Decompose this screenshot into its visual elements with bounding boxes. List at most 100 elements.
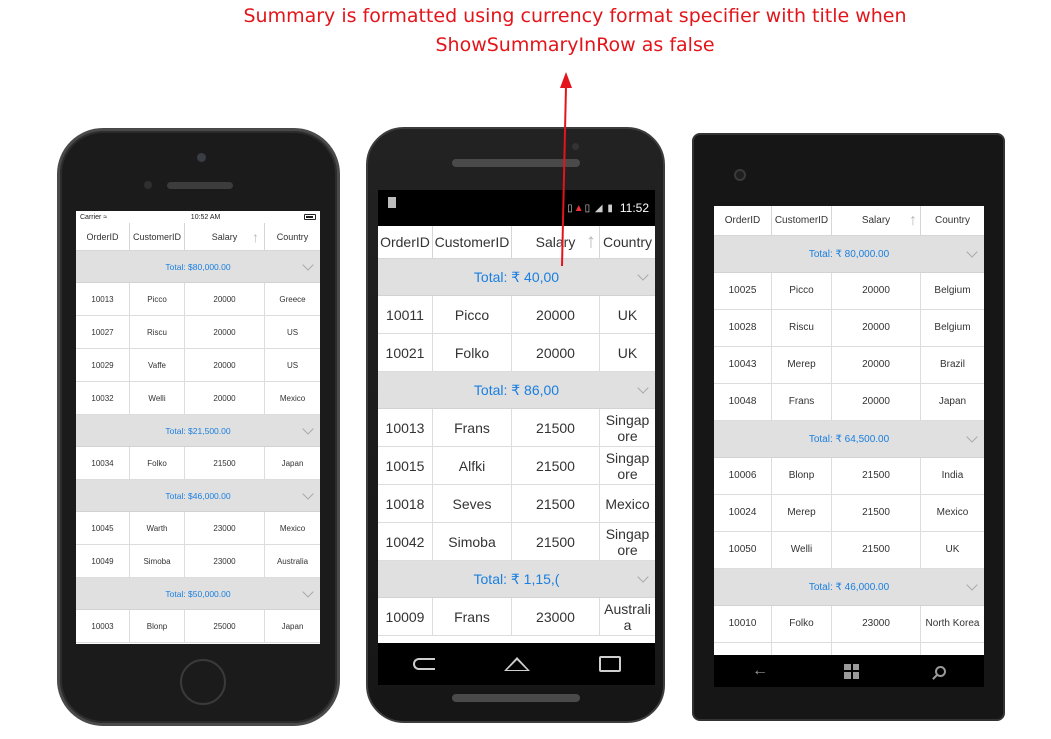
column-header-country[interactable]: Country xyxy=(921,206,984,235)
chevron-down-icon[interactable] xyxy=(302,258,314,271)
windows-start-icon[interactable] xyxy=(844,663,859,679)
table-cell: 23000 xyxy=(512,598,600,635)
group-summary-row[interactable]: Total: $46,000.00 xyxy=(76,480,320,512)
table-cell: 20000 xyxy=(512,296,600,333)
grid-header-row: OrderID CustomerID Salary ↑ Country xyxy=(714,206,984,236)
column-header-label: CustomerID xyxy=(774,215,829,226)
table-row[interactable]: 10009 Frans 23000 Australi a xyxy=(378,598,655,636)
group-summary-row[interactable]: Total: $21,500.00 xyxy=(76,415,320,447)
table-cell: Warth xyxy=(130,512,185,544)
column-header-country[interactable]: Country xyxy=(265,223,320,250)
group-summary-row[interactable]: Total: ₹ 40,00 xyxy=(378,259,655,296)
column-header-customerid[interactable]: CustomerID xyxy=(772,206,832,235)
camera-icon xyxy=(572,143,579,150)
table-cell: UK xyxy=(617,344,638,361)
group-summary-row[interactable]: Total: ₹ 64,500.00 xyxy=(714,421,984,458)
sort-ascending-icon: ↑ xyxy=(252,228,259,245)
table-cell: 20000 xyxy=(185,316,265,348)
status-time: 10:52 AM xyxy=(190,213,221,221)
search-icon[interactable] xyxy=(935,665,946,677)
table-row[interactable]: 10006 Blonp 21500 India xyxy=(714,458,984,495)
column-header-customerid[interactable]: CustomerID xyxy=(130,223,185,250)
arrow-head xyxy=(560,72,572,88)
table-row[interactable]: 10048 Frans 20000 Japan xyxy=(714,384,984,421)
table-cell: Australi a xyxy=(604,600,651,633)
table-cell: Welli xyxy=(772,532,832,568)
table-cell: 20000 xyxy=(832,310,921,346)
grid-header-row: OrderID CustomerID Salary ↑ Country xyxy=(76,223,320,251)
sensor-dot xyxy=(144,181,152,189)
table-row[interactable]: 10015 Alfki 21500 Singap ore xyxy=(378,447,655,485)
table-cell: Welli xyxy=(130,382,185,414)
chevron-down-icon[interactable] xyxy=(966,246,978,258)
column-header-label: CustomerID xyxy=(434,234,510,250)
table-row[interactable]: 10029 Vaffe 20000 US xyxy=(76,349,320,382)
group-summary-row[interactable]: Total: ₹ 1,15,( xyxy=(378,561,655,598)
table-row[interactable]: 10027 Riscu 20000 US xyxy=(76,316,320,349)
table-row[interactable]: 10018 Seves 21500 Mexico xyxy=(378,485,655,523)
table-cell: UK xyxy=(617,306,638,323)
table-row[interactable]: 10045 Warth 23000 Mexico xyxy=(76,512,320,545)
chevron-down-icon[interactable] xyxy=(637,382,649,394)
table-row[interactable]: 10050 Welli 21500 UK xyxy=(714,532,984,569)
table-row[interactable]: 10028 Riscu 20000 Belgium xyxy=(714,310,984,347)
chevron-down-icon[interactable] xyxy=(966,579,978,591)
home-icon[interactable] xyxy=(503,657,530,671)
group-summary-text: Total: ₹ 86,00 xyxy=(473,381,560,398)
column-header-country[interactable]: Country xyxy=(600,226,655,258)
table-cell: 10006 xyxy=(714,458,772,494)
group-summary-text: Total: ₹ 64,500.00 xyxy=(808,433,890,445)
table-row[interactable]: 10013 Frans 21500 Singap ore xyxy=(378,409,655,447)
table-cell: Mexico xyxy=(279,523,306,533)
table-row[interactable]: 10042 Simoba 21500 Singap ore xyxy=(378,523,655,561)
table-row[interactable]: 10003 Blonp 25000 Japan xyxy=(76,610,320,643)
column-header-orderid[interactable]: OrderID xyxy=(714,206,772,235)
chevron-down-icon[interactable] xyxy=(637,571,649,583)
table-row[interactable]: 10013 Picco 20000 Greece xyxy=(76,283,320,316)
column-header-salary[interactable]: Salary ↑ xyxy=(832,206,921,235)
column-header-salary[interactable]: Salary ↑ xyxy=(512,226,600,258)
column-header-salary[interactable]: Salary ↑ xyxy=(185,223,265,250)
back-icon[interactable] xyxy=(412,658,435,670)
table-row[interactable]: 10043 Merep 20000 Brazil xyxy=(714,347,984,384)
table-row[interactable]: 10032 Welli 20000 Mexico xyxy=(76,382,320,415)
group-summary-row[interactable]: Total: $80,000.00 xyxy=(76,251,320,283)
table-cell: 10049 xyxy=(76,545,130,577)
chevron-down-icon[interactable] xyxy=(637,269,649,281)
group-summary-text: Total: $46,000.00 xyxy=(165,490,231,501)
table-row[interactable]: 10034 Folko 21500 Japan xyxy=(76,447,320,480)
chevron-down-icon[interactable] xyxy=(966,431,978,443)
table-cell: Picco xyxy=(772,273,832,309)
table-cell: Riscu xyxy=(772,310,832,346)
column-header-orderid[interactable]: OrderID xyxy=(76,223,130,250)
table-cell: Seves xyxy=(433,485,512,522)
chevron-down-icon[interactable] xyxy=(302,585,314,598)
group-summary-row[interactable]: Total: ₹ 80,000.00 xyxy=(714,236,984,273)
table-row[interactable]: 10010 Folko 23000 North Korea xyxy=(714,606,984,643)
table-row[interactable]: 10011 Picco 20000 UK xyxy=(378,296,655,334)
column-header-label: Country xyxy=(602,234,653,250)
table-row[interactable]: 10041Seves23000UK xyxy=(714,643,984,655)
table-cell: Vaffe xyxy=(130,349,185,381)
group-summary-row[interactable]: Total: $50,000.00 xyxy=(76,578,320,610)
table-cell: 20000 xyxy=(832,347,921,383)
table-row[interactable]: 10049 Simoba 23000 Australia xyxy=(76,545,320,578)
chevron-down-icon[interactable] xyxy=(302,422,314,435)
column-header-label: Country xyxy=(934,215,970,226)
home-button[interactable] xyxy=(180,659,226,705)
table-cell: Picco xyxy=(433,296,512,333)
group-summary-row[interactable]: Total: ₹ 46,000.00 xyxy=(714,569,984,606)
column-header-customerid[interactable]: CustomerID xyxy=(433,226,512,258)
table-row[interactable]: 10024 Merep 21500 Mexico xyxy=(714,495,984,532)
table-cell: Mexico xyxy=(936,507,969,518)
table-cell: Alfki xyxy=(433,447,512,484)
table-row[interactable]: 10025 Picco 20000 Belgium xyxy=(714,273,984,310)
chevron-down-icon[interactable] xyxy=(302,487,314,500)
caption-line-2: ShowSummaryInRow as false xyxy=(435,34,715,56)
table-row[interactable]: 10021 Folko 20000 UK xyxy=(378,334,655,372)
table-cell: 10034 xyxy=(76,447,130,479)
group-summary-row[interactable]: Total: ₹ 86,00 xyxy=(378,372,655,409)
back-icon[interactable]: ← xyxy=(752,662,768,680)
recent-apps-icon[interactable] xyxy=(598,656,621,672)
column-header-orderid[interactable]: OrderID xyxy=(378,226,433,258)
